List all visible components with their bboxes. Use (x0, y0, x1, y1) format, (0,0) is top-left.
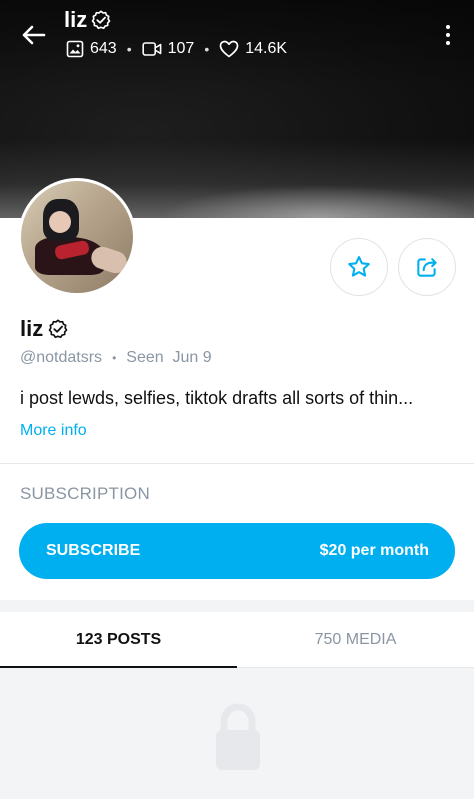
separator-dot: • (126, 41, 132, 57)
header-stats: 643 • 107 • 14.6K (66, 38, 287, 60)
more-info-link[interactable]: More info (20, 422, 87, 440)
header-name-text: liz (64, 7, 88, 32)
tab-posts[interactable]: 123 POSTS (0, 612, 237, 668)
header-title: liz (64, 6, 112, 34)
video-icon (142, 42, 162, 56)
subscription-price: $20 per month (319, 542, 429, 559)
separator-dot: • (112, 351, 117, 365)
cover-image-highlight (160, 185, 474, 218)
tab-media[interactable]: 750 MEDIA (237, 612, 474, 668)
section-divider (0, 463, 474, 464)
more-options-button[interactable] (436, 20, 460, 50)
verified-badge-icon (48, 319, 68, 339)
subscription-heading: SUBSCRIPTION (20, 484, 150, 503)
heart-icon (219, 40, 239, 58)
stat-likes-count: 14.6K (245, 40, 288, 57)
tab-posts-label: 123 POSTS (75, 631, 162, 648)
tab-media-label: 750 MEDIA (314, 631, 397, 648)
lock-icon (216, 703, 260, 770)
stat-likes: 14.6K (219, 40, 287, 58)
add-to-favorites-button[interactable] (330, 238, 388, 296)
username-handle: @notdatsrs (20, 349, 103, 366)
section-gap (0, 600, 474, 612)
stat-videos-count: 107 (167, 40, 195, 57)
profile-bio: i post lewds, selfies, tiktok drafts all… (20, 388, 414, 408)
subscribe-button[interactable]: SUBSCRIBE $20 per month (19, 523, 455, 579)
arrow-left-icon (22, 25, 46, 45)
last-seen-text: Seen Jun 9 (126, 349, 212, 366)
subscribe-button-label: SUBSCRIBE (46, 542, 141, 559)
stat-images: 643 (66, 40, 117, 58)
handle-row: @notdatsrs • Seen Jun 9 (20, 349, 212, 367)
separator-dot: • (204, 41, 210, 57)
profile-name-text: liz (20, 316, 44, 341)
avatar[interactable] (18, 178, 136, 296)
share-button[interactable] (398, 238, 456, 296)
stat-images-count: 643 (90, 40, 117, 57)
stat-videos: 107 (142, 40, 195, 58)
more-vertical-icon (446, 25, 450, 29)
profile-name: liz (20, 316, 69, 342)
image-icon (66, 40, 84, 58)
share-icon (417, 258, 437, 277)
verified-badge-icon (91, 10, 111, 30)
star-icon (348, 256, 370, 277)
back-button[interactable] (18, 22, 48, 48)
